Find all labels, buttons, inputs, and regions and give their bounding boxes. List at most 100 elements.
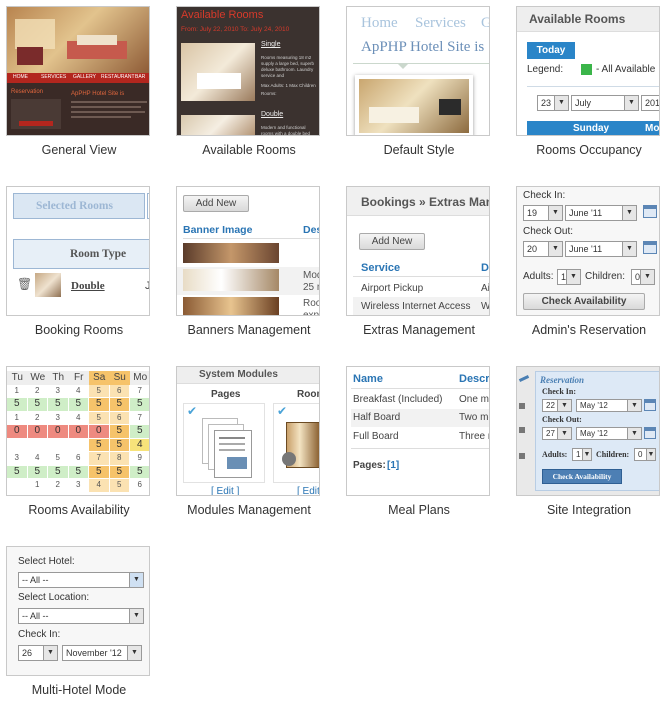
- availability-cell: 5: [109, 465, 129, 478]
- room-link-double[interactable]: Double: [261, 111, 283, 118]
- tile-caption[interactable]: Admin's Reservation: [496, 323, 668, 337]
- adults-select[interactable]: 1 ▼: [557, 269, 581, 285]
- availability-cell: 5: [109, 425, 129, 438]
- month-select[interactable]: July ▼: [571, 95, 639, 111]
- calendar-icon[interactable]: [644, 399, 656, 411]
- nav-home[interactable]: Home: [361, 15, 398, 32]
- check-in-month-select[interactable]: June '11 ▼: [565, 205, 637, 221]
- tile-caption[interactable]: General View: [0, 143, 172, 157]
- tile-caption[interactable]: Multi-Hotel Mode: [0, 683, 172, 697]
- children-select[interactable]: 0 ▼: [631, 269, 655, 285]
- pagination-link[interactable]: [1]: [387, 460, 399, 471]
- tile-caption[interactable]: Meal Plans: [326, 503, 512, 517]
- chevron-down-icon: ▼: [557, 428, 571, 439]
- select-value: 19: [527, 208, 538, 218]
- room-description: Modern and functional rooms with a doubl…: [261, 125, 311, 136]
- location-select[interactable]: -- All -- ▼: [18, 608, 144, 624]
- tile-caption[interactable]: Banners Management: [156, 323, 342, 337]
- module-card-rooms[interactable]: ✔: [273, 403, 319, 483]
- check-in-month-select[interactable]: November '12 ▼: [62, 645, 142, 661]
- availability-cell: 4: [89, 479, 109, 492]
- check-in-month-select[interactable]: May '12 ▼: [576, 399, 642, 412]
- room-extra: J: [145, 280, 150, 292]
- weekday-header: Sunday: [573, 123, 610, 134]
- banner-desc: Roo: [303, 298, 320, 309]
- column-header: Service: [361, 262, 401, 274]
- availability-cell: [7, 479, 27, 492]
- chevron-down-icon: ▼: [554, 96, 568, 110]
- room-link-single[interactable]: Single: [261, 41, 280, 48]
- calendar-icon[interactable]: [644, 427, 656, 439]
- nav-item[interactable]: GALLERY: [73, 74, 96, 80]
- calendar-icon[interactable]: [643, 241, 657, 254]
- availability-cell: 5: [109, 479, 129, 492]
- availability-cell: 3: [68, 479, 88, 492]
- children-label: Children:: [596, 450, 630, 459]
- tile-caption[interactable]: Site Integration: [496, 503, 668, 517]
- year-select[interactable]: 201: [641, 95, 659, 111]
- chevron-down-icon: ▼: [582, 449, 591, 460]
- availability-cell: 2: [48, 479, 68, 492]
- calendar-icon[interactable]: [643, 205, 657, 218]
- nav-item[interactable]: HOME: [13, 74, 28, 80]
- tile-caption[interactable]: Booking Rooms: [0, 323, 172, 337]
- thumbnail-meal-plans: Name Descri Breakfast (Included) One me …: [346, 366, 490, 496]
- nav-item[interactable]: SERVICES: [41, 74, 66, 80]
- tile-caption[interactable]: Rooms Availability: [0, 503, 172, 517]
- check-in-label: Check In:: [18, 629, 61, 640]
- check-in-day-select[interactable]: 22 ▼: [542, 399, 572, 412]
- banner-desc: 25 m: [303, 282, 319, 293]
- nav-services[interactable]: Services: [415, 15, 466, 32]
- children-select[interactable]: 0 ▼: [634, 448, 656, 461]
- tile-caption[interactable]: Available Rooms: [156, 143, 342, 157]
- column-header: Banner Image: [183, 224, 253, 236]
- weekday-header: Mo: [645, 123, 660, 134]
- tab-selected-rooms[interactable]: Selected Rooms: [13, 193, 145, 219]
- panel-title: Available Rooms: [529, 12, 626, 26]
- check-out-month-select[interactable]: May '12 ▼: [576, 427, 642, 440]
- check-out-month-select[interactable]: June '11 ▼: [565, 241, 637, 257]
- trash-icon[interactable]: 🗑: [17, 277, 32, 291]
- day-select[interactable]: 23 ▼: [537, 95, 569, 111]
- availability-cell: 5: [48, 452, 68, 465]
- select-value: June '11: [569, 244, 603, 254]
- module-card-pages[interactable]: ✔: [183, 403, 265, 483]
- chevron-down-icon: ▼: [627, 428, 641, 439]
- page-title: Bookings » Extras Man: [361, 195, 490, 209]
- meal-plan-name: Breakfast (Included): [353, 394, 443, 405]
- banner-image: [183, 243, 279, 263]
- nav-item[interactable]: BAR: [135, 74, 145, 80]
- banner-desc: Mod: [303, 270, 319, 281]
- nav-item[interactable]: RESTAURANT: [101, 74, 135, 80]
- add-new-button[interactable]: Add New: [183, 195, 249, 212]
- adults-select[interactable]: 1 ▼: [572, 448, 592, 461]
- check-in-day-select[interactable]: 19 ▼: [523, 205, 563, 221]
- thumbnail-booking-rooms: Selected Rooms Room Type 🗑 Double J: [6, 186, 150, 316]
- today-button[interactable]: Today: [527, 42, 575, 59]
- availability-cell: 6: [68, 452, 88, 465]
- chevron-down-icon: ▼: [557, 400, 571, 411]
- edit-link[interactable]: [ Edit: [297, 486, 319, 495]
- availability-cell: 5: [89, 438, 109, 451]
- pages-icon: [214, 430, 252, 478]
- day-header: Fr: [68, 371, 89, 385]
- tile-caption[interactable]: Modules Management: [156, 503, 342, 517]
- availability-cell: 5: [109, 398, 129, 411]
- check-out-day-select[interactable]: 27 ▼: [542, 427, 572, 440]
- check-in-day-select[interactable]: 26 ▼: [18, 645, 58, 661]
- availability-cell: 3: [48, 384, 68, 397]
- room-photo: [181, 43, 255, 101]
- check-availability-button[interactable]: Check Availability: [542, 469, 622, 484]
- add-new-button[interactable]: Add New: [359, 233, 425, 250]
- chevron-down-icon: ▼: [622, 206, 636, 220]
- tile-caption[interactable]: Extras Management: [326, 323, 512, 337]
- room-link[interactable]: Double: [71, 280, 105, 292]
- edit-link[interactable]: [ Edit ]: [211, 486, 239, 495]
- tile-caption[interactable]: Rooms Occupancy: [496, 143, 668, 157]
- nav-more[interactable]: G: [481, 15, 489, 32]
- check-availability-button[interactable]: Check Availability: [523, 293, 645, 310]
- availability-cell: 4: [68, 411, 88, 424]
- tile-caption[interactable]: Default Style: [326, 143, 512, 157]
- hotel-select[interactable]: -- All -- ▼: [18, 572, 144, 588]
- check-out-day-select[interactable]: 20 ▼: [523, 241, 563, 257]
